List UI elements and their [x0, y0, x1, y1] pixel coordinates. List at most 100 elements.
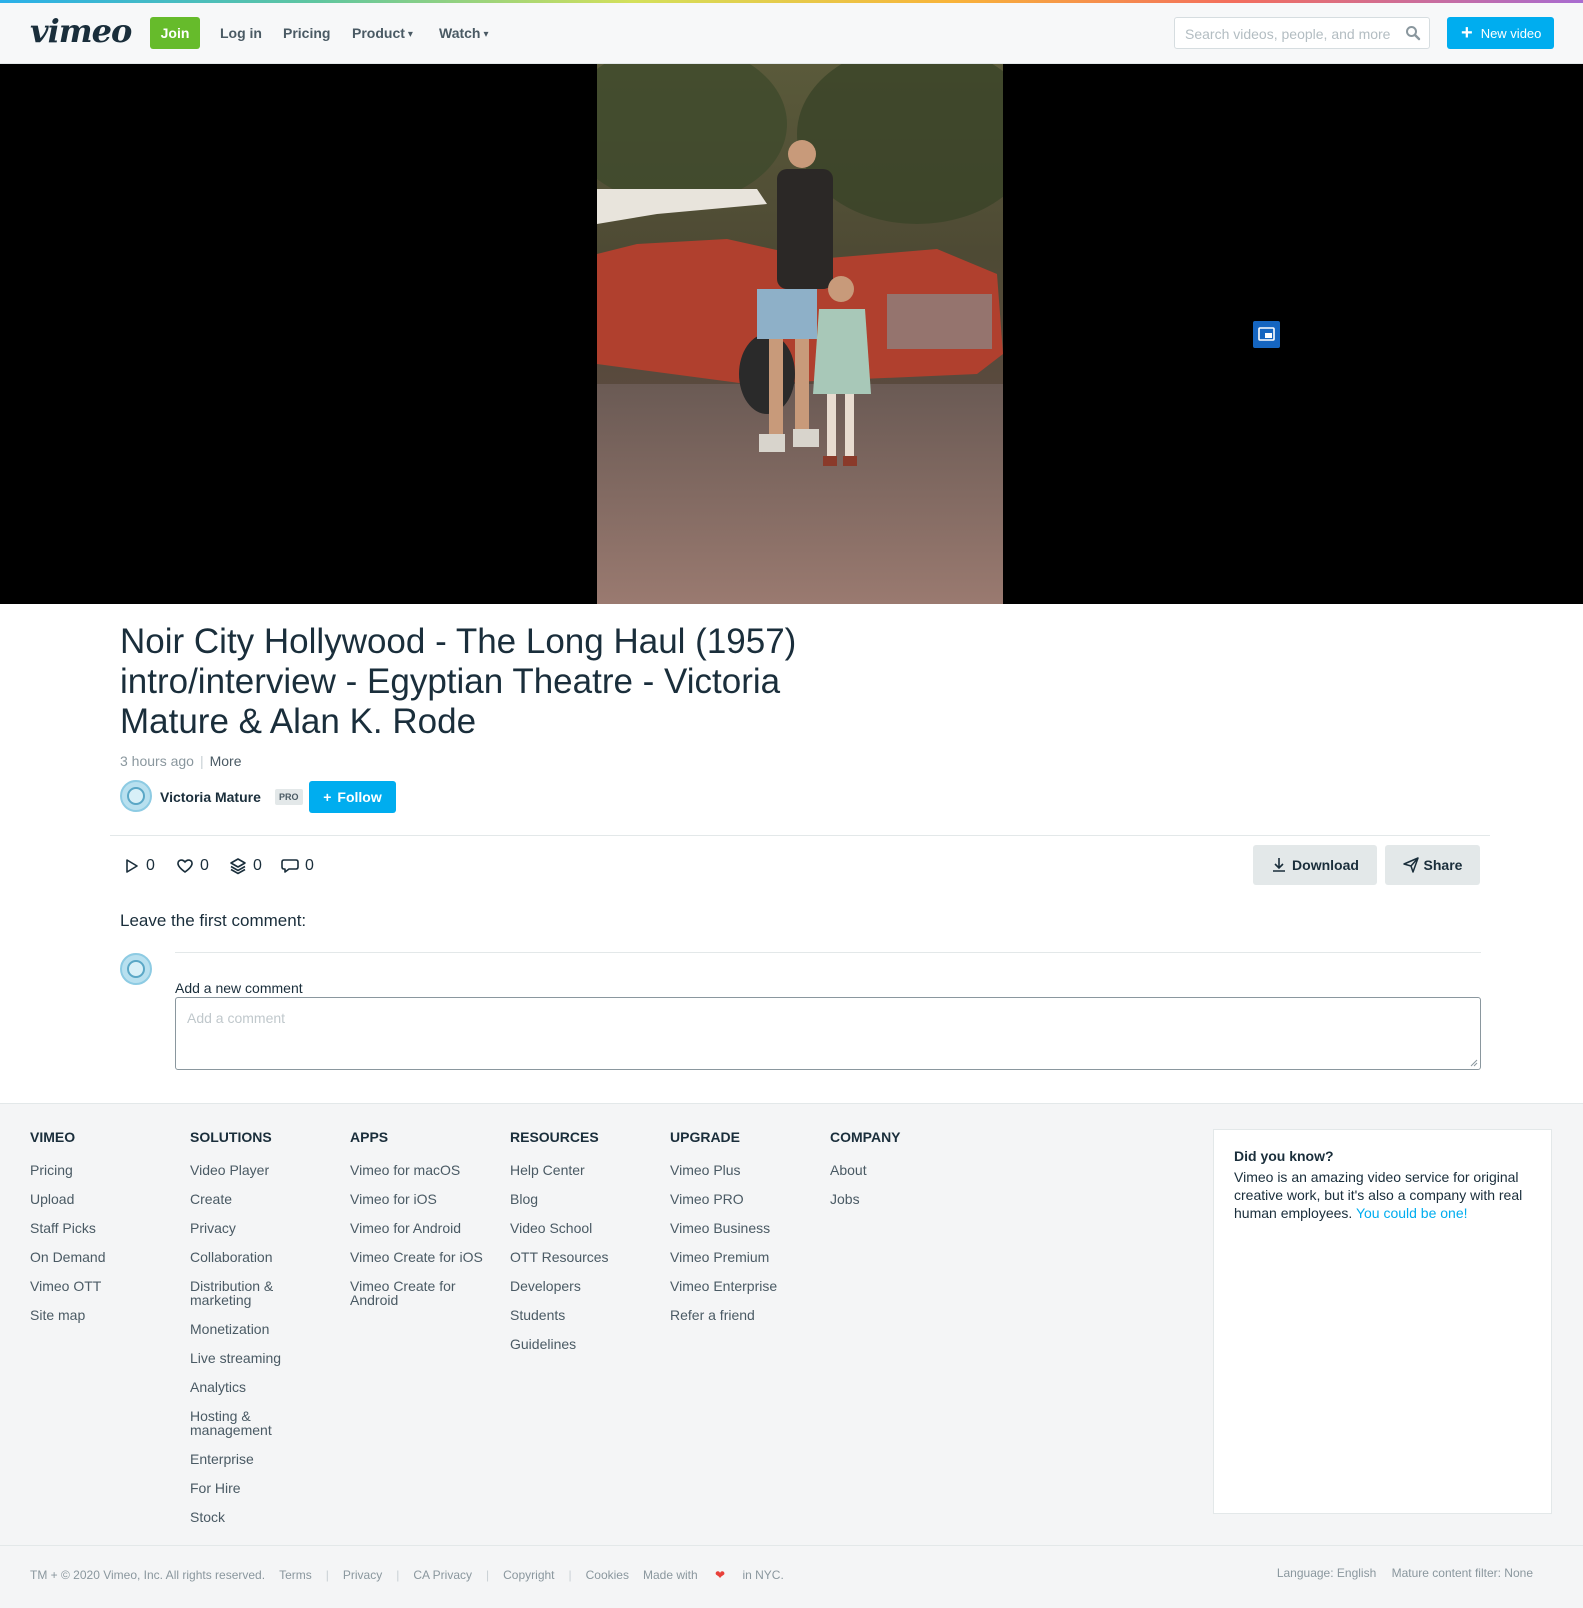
comment-textarea[interactable]: Add a comment — [175, 997, 1481, 1070]
more-link[interactable]: More — [210, 753, 242, 769]
did-you-know-text: Vimeo is an amazing video service for or… — [1234, 1168, 1531, 1222]
footer-link[interactable]: Vimeo OTT — [30, 1279, 145, 1293]
footer-link[interactable]: Stock — [190, 1510, 305, 1524]
footer-link[interactable]: Collaboration — [190, 1250, 305, 1264]
footer-link[interactable]: Analytics — [190, 1380, 305, 1394]
nav-login[interactable]: Log in — [220, 25, 262, 41]
search-input[interactable]: Search videos, people, and more — [1174, 17, 1430, 49]
footer-link[interactable]: Monetization — [190, 1322, 305, 1336]
footer-link[interactable]: For Hire — [190, 1481, 305, 1495]
footer-link[interactable]: Privacy — [190, 1221, 305, 1235]
divider — [110, 835, 1490, 836]
language-selector[interactable]: Language: English — [1277, 1566, 1376, 1580]
footer-link[interactable]: On Demand — [30, 1250, 145, 1264]
current-user-avatar — [120, 953, 152, 985]
likes-count: 0 — [200, 857, 209, 874]
footer-link[interactable]: Hosting & management — [190, 1409, 285, 1437]
author-avatar[interactable] — [120, 780, 152, 812]
footer-link[interactable]: Vimeo Enterprise — [670, 1279, 810, 1293]
picture-in-picture-icon[interactable] — [1253, 321, 1280, 348]
footer-link[interactable]: Site map — [30, 1308, 145, 1322]
footer-link[interactable]: Upload — [30, 1192, 145, 1206]
footer-col-company: COMPANY About Jobs — [830, 1129, 945, 1221]
footer-link[interactable]: Students — [510, 1308, 650, 1322]
join-button[interactable]: Join — [150, 17, 200, 49]
collections-stat[interactable]: 0 — [229, 855, 262, 877]
video-player[interactable] — [0, 64, 1583, 604]
footer-col-apps: APPS Vimeo for macOS Vimeo for iOS Vimeo… — [350, 1129, 500, 1322]
play-icon — [126, 859, 138, 873]
footer-link[interactable]: OTT Resources — [510, 1250, 650, 1264]
footer-link[interactable]: Guidelines — [510, 1337, 650, 1351]
layers-icon — [230, 858, 246, 875]
footer-link[interactable]: Vimeo Create for Android — [350, 1279, 465, 1307]
add-comment-label: Add a new comment — [175, 980, 303, 996]
comment-bubble-icon — [281, 859, 299, 873]
mature-filter-selector[interactable]: Mature content filter: None — [1392, 1566, 1533, 1580]
footer-link[interactable]: Video School — [510, 1221, 650, 1235]
footer-link[interactable]: Developers — [510, 1279, 650, 1293]
footer-link[interactable]: Vimeo Business — [670, 1221, 810, 1235]
download-button[interactable]: Download — [1253, 845, 1377, 885]
author-name[interactable]: Victoria Mature — [160, 789, 261, 805]
footer-link[interactable]: About — [830, 1163, 945, 1177]
made-with-text: Made with ❤ in NYC. — [643, 1568, 798, 1582]
footer-legal-link[interactable]: Cookies — [586, 1568, 629, 1582]
footer-link[interactable]: Help Center — [510, 1163, 650, 1177]
footer-col-vimeo: VIMEO Pricing Upload Staff Picks On Dema… — [30, 1129, 145, 1337]
resize-handle-icon[interactable] — [1470, 1059, 1478, 1067]
heart-icon: ❤ — [715, 1568, 726, 1582]
footer-link[interactable]: Vimeo for iOS — [350, 1192, 500, 1206]
download-label: Download — [1292, 857, 1359, 873]
likes-stat[interactable]: 0 — [176, 855, 209, 877]
footer-link[interactable]: Create — [190, 1192, 305, 1206]
footer-link[interactable]: Vimeo Plus — [670, 1163, 810, 1177]
video-thumbnail-image[interactable] — [597, 64, 1003, 604]
careers-link[interactable]: You could be one! — [1356, 1205, 1468, 1221]
nav-watch[interactable]: Watch ▾ — [439, 25, 489, 41]
collections-count: 0 — [253, 857, 262, 874]
nav-product[interactable]: Product ▾ — [352, 25, 413, 41]
footer-link[interactable]: Staff Picks — [30, 1221, 145, 1235]
comment-placeholder: Add a comment — [187, 1010, 286, 1026]
comments-stat[interactable]: 0 — [281, 855, 314, 877]
search-icon[interactable] — [1405, 25, 1421, 41]
footer-link[interactable]: Vimeo Create for iOS — [350, 1250, 500, 1264]
site-footer: VIMEO Pricing Upload Staff Picks On Dema… — [0, 1103, 1583, 1608]
footer-link[interactable]: Live streaming — [190, 1351, 305, 1365]
made-with-prefix: Made with — [642, 1568, 698, 1582]
chevron-down-icon: ▾ — [407, 29, 413, 40]
made-with-suffix: in NYC. — [742, 1568, 784, 1582]
separator: | — [396, 1568, 400, 1582]
footer-bottom-bar: TM + © 2020 Vimeo, Inc. All rights reser… — [0, 1545, 1583, 1608]
footer-preferences: Language: English Mature content filter:… — [1265, 1566, 1533, 1580]
footer-legal-link[interactable]: Terms — [279, 1568, 312, 1582]
follow-button[interactable]: + Follow — [309, 781, 396, 813]
footer-link[interactable]: Refer a friend — [670, 1308, 810, 1322]
footer-link[interactable]: Blog — [510, 1192, 650, 1206]
vimeo-logo[interactable]: vimeo — [30, 12, 132, 50]
footer-legal-link[interactable]: Privacy — [343, 1568, 382, 1582]
footer-link[interactable]: Pricing — [30, 1163, 145, 1177]
footer-col-upgrade: UPGRADE Vimeo Plus Vimeo PRO Vimeo Busin… — [670, 1129, 810, 1337]
new-video-button[interactable]: + New video — [1447, 17, 1554, 49]
share-button[interactable]: Share — [1385, 845, 1480, 885]
footer-col-title: SOLUTIONS — [190, 1129, 272, 1145]
footer-legal-link[interactable]: Copyright — [503, 1568, 554, 1582]
footer-link[interactable]: Video Player — [190, 1163, 305, 1177]
comments-count: 0 — [305, 857, 314, 874]
footer-link[interactable]: Distribution & marketing — [190, 1279, 285, 1307]
footer-legal-link[interactable]: CA Privacy — [413, 1568, 472, 1582]
footer-link[interactable]: Vimeo for Android — [350, 1221, 500, 1235]
avatar-face-icon — [127, 787, 145, 805]
share-icon — [1402, 857, 1419, 873]
follow-label: Follow — [337, 789, 382, 805]
footer-link[interactable]: Jobs — [830, 1192, 945, 1206]
footer-link[interactable]: Vimeo PRO — [670, 1192, 810, 1206]
footer-link[interactable]: Enterprise — [190, 1452, 305, 1466]
nav-pricing[interactable]: Pricing — [283, 25, 330, 41]
pro-badge: PRO — [275, 789, 303, 805]
new-video-label: New video — [1480, 25, 1542, 41]
footer-link[interactable]: Vimeo Premium — [670, 1250, 810, 1264]
footer-link[interactable]: Vimeo for macOS — [350, 1163, 500, 1177]
